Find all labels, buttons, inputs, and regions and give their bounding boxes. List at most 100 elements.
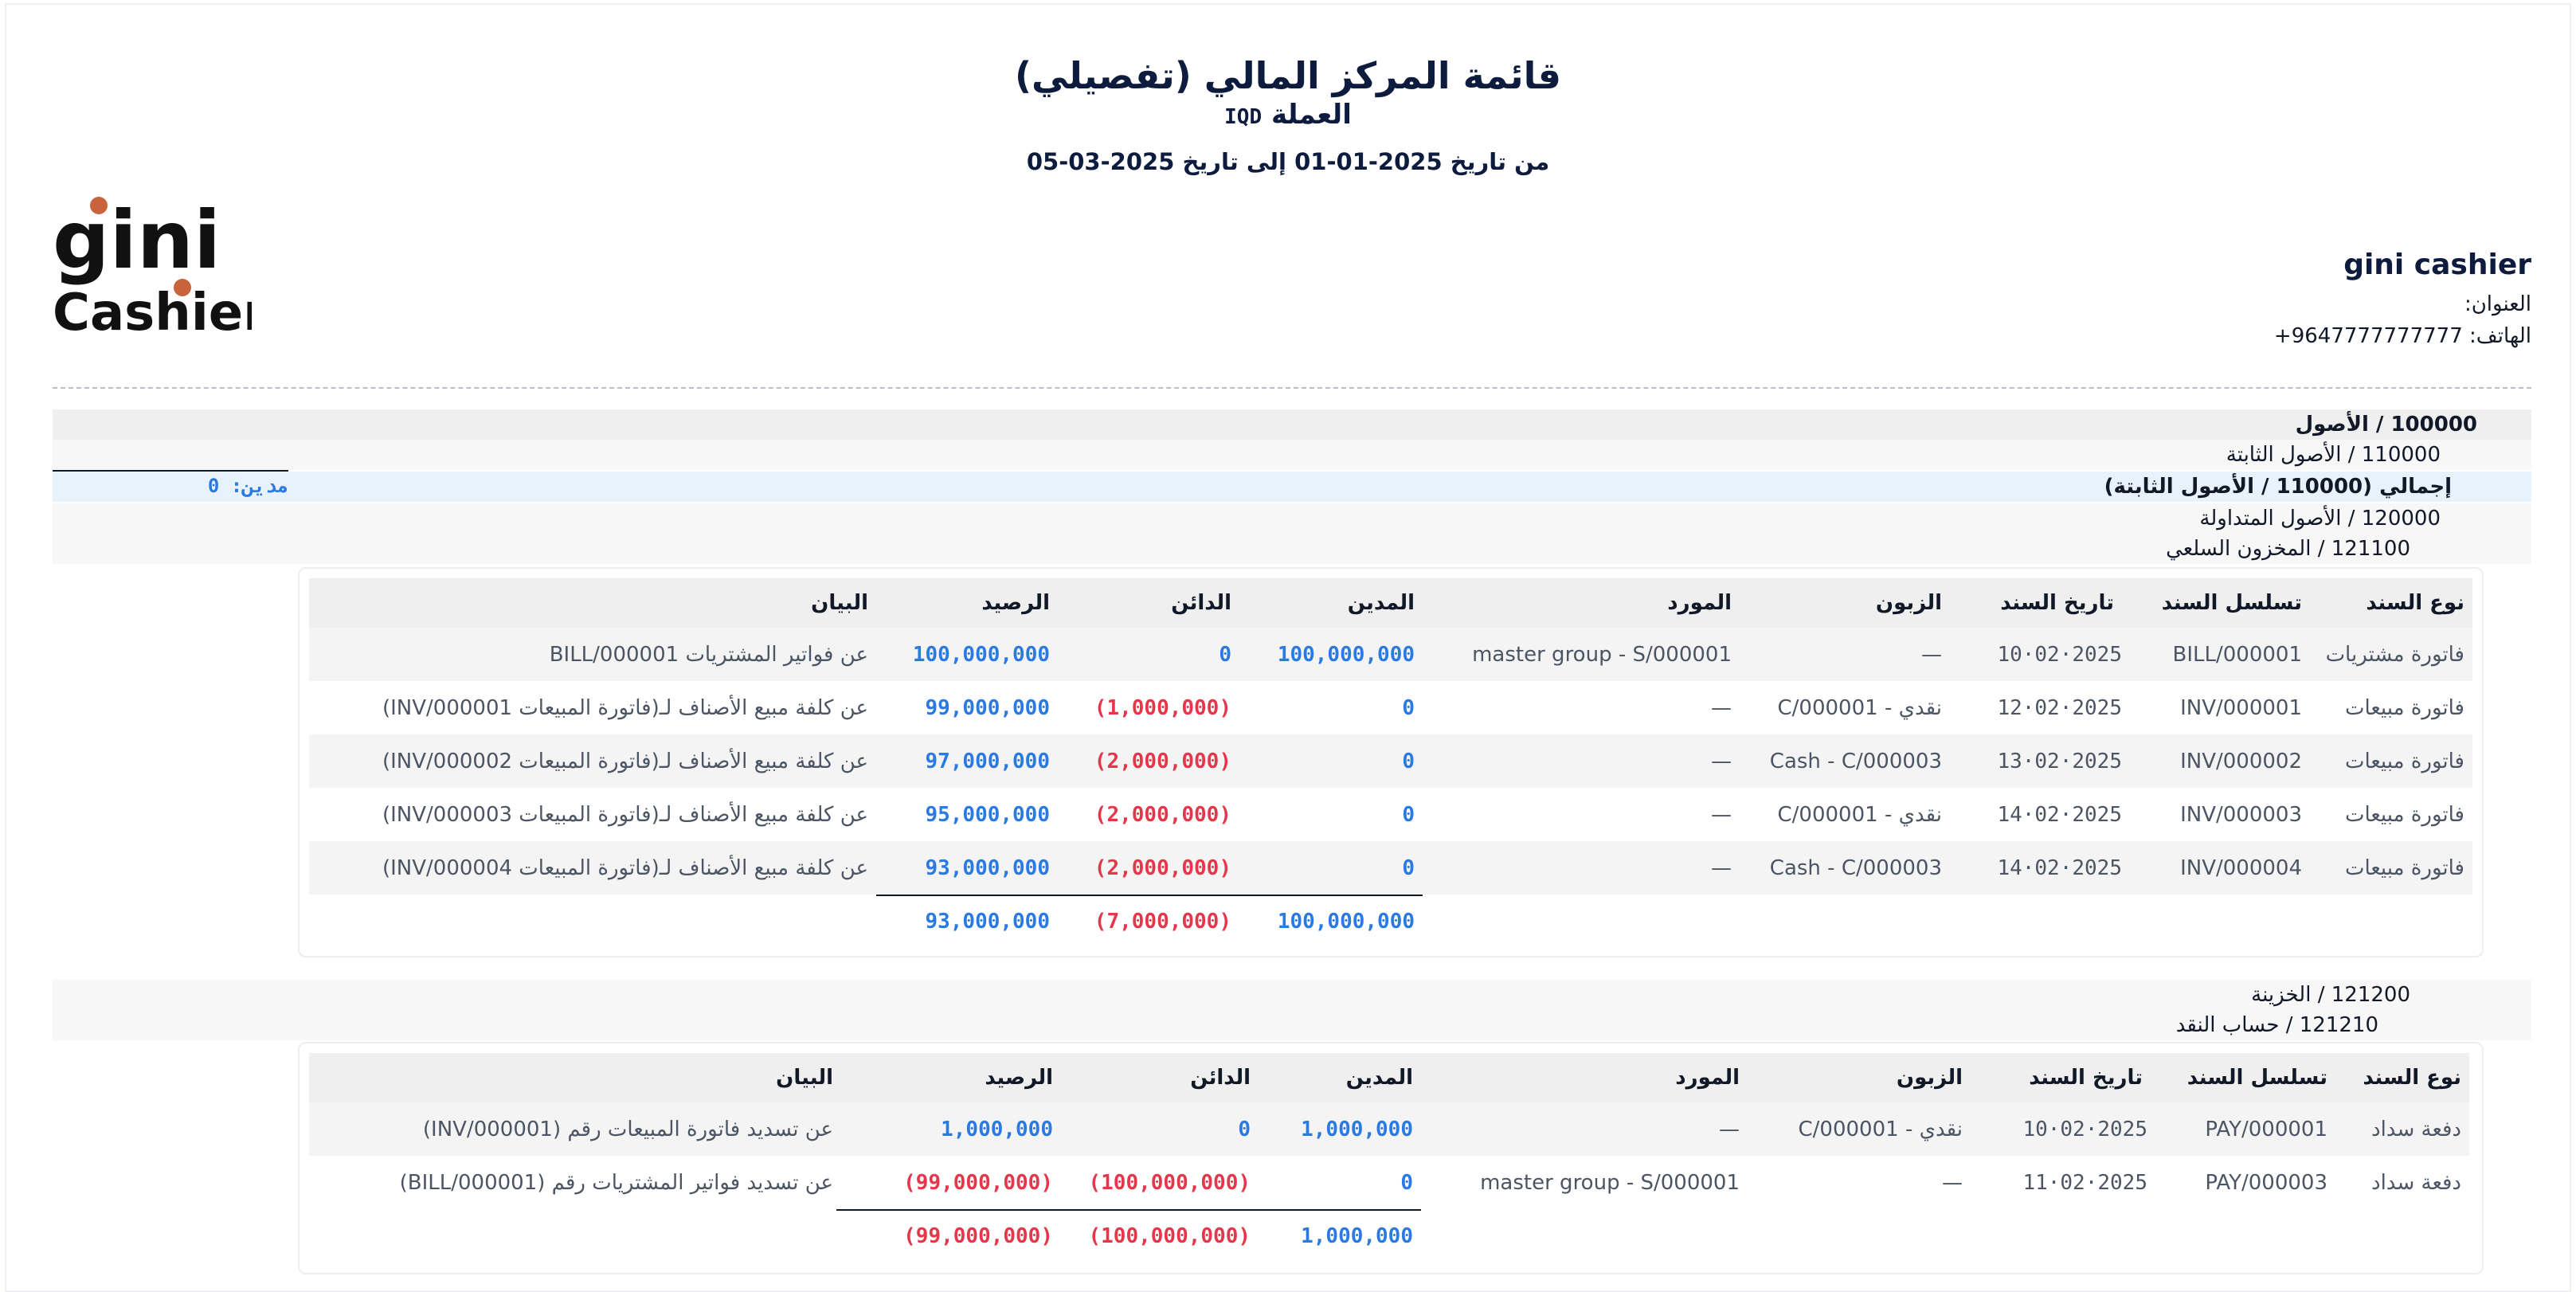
col-balance: الرصيد [985, 1066, 1053, 1090]
cell-balance: 93,000,000 [925, 855, 1050, 880]
cell-customer: Cash - C/000003 [1769, 855, 1942, 880]
cell-credit: (100,000,000) [1088, 1170, 1251, 1195]
table-row: فاتورة مشتريات BILL/000001 2025·02·10 — mast… [309, 628, 2472, 681]
col-serial: تسلسل السند [2186, 1066, 2327, 1090]
cell-type: فاتورة مبيعات [2344, 855, 2464, 880]
col-description: البيان [776, 1066, 833, 1090]
cell-serial: INV/000001 [2180, 695, 2302, 720]
cell-customer: — [1942, 1170, 1963, 1195]
cell-customer: نقدي - C/000001 [1777, 695, 1942, 720]
cell-debit: 0 [1402, 802, 1415, 827]
report-title: قائمة المركز المالي (تفصيلي) [1014, 54, 1562, 97]
cell-serial: INV/000003 [2180, 802, 2302, 827]
col-customer: الزبون [1896, 1066, 1963, 1090]
inventory-table: نوع السند تسلسل السند تاريخ السند الزبون… [309, 578, 2472, 953]
col-date: تاريخ السند [2000, 591, 2114, 615]
cell-date: 2025·02·11 [2022, 1170, 2147, 1195]
account-row-treasury: 121200 / الخزينة [53, 980, 2531, 1010]
totals-row: 1,000,000 (100,000,000) (99,000,000) [309, 1209, 2469, 1263]
account-fixed-total: إجمالي (110000 / الأصول الثابتة) [2104, 475, 2452, 499]
cell-date: 2025·02·10 [2022, 1117, 2147, 1141]
cell-debit: 0 [1402, 695, 1415, 720]
col-type: نوع السند [2363, 1066, 2461, 1090]
logo-text-bottom: Cashier [53, 284, 252, 339]
col-supplier: المورد [1667, 591, 1732, 615]
cell-supplier: — [1719, 1117, 1740, 1141]
cell-credit: (2,000,000) [1094, 749, 1231, 773]
logo-text-top: gini [53, 196, 221, 287]
cell-description: عن كلفة مبيع الأصناف لـ(فاتورة المبيعات … [382, 695, 868, 720]
table-header: نوع السند تسلسل السند تاريخ السند الزبون… [309, 1053, 2469, 1102]
company-logo: gini Cashier [53, 194, 268, 343]
cell-description: عن كلفة مبيع الأصناف لـ(فاتورة المبيعات … [382, 802, 868, 827]
cell-date: 2025·02·10 [1997, 642, 2122, 667]
phone-label: الهاتف: [2469, 324, 2531, 348]
cell-supplier: master group - S/000001 [1472, 642, 1732, 667]
total-debit: 100,000,000 [1277, 909, 1415, 934]
cell-supplier: — [1711, 695, 1732, 720]
cell-credit: 0 [1219, 642, 1231, 667]
cell-serial: PAY/000001 [2205, 1117, 2327, 1141]
col-type: نوع السند [2366, 591, 2464, 615]
company-info: gini cashier العنوان: الهاتف: +964777777… [2274, 249, 2531, 348]
currency-code: IQD [1224, 105, 1263, 129]
company-name: gini cashier [2343, 249, 2531, 281]
phone-number: +9647777777777 [2273, 324, 2463, 348]
total-credit: (7,000,000) [1094, 909, 1231, 934]
cell-serial: INV/000002 [2180, 749, 2302, 773]
cell-date: 2025·02·12 [1997, 695, 2122, 720]
address-label: العنوان: [2464, 292, 2531, 316]
cell-description: عن تسديد فاتورة المبيعات رقم (INV/000001… [422, 1117, 833, 1141]
table-row: فاتورة مبيعات INV/000004 2025·02·14 Cash - … [309, 841, 2472, 895]
cell-type: فاتورة مبيعات [2344, 749, 2464, 773]
cell-credit: (2,000,000) [1094, 855, 1231, 880]
cell-credit: (2,000,000) [1094, 802, 1231, 827]
cash-table: نوع السند تسلسل السند تاريخ السند الزبون… [309, 1053, 2469, 1270]
table-row: فاتورة مبيعات INV/000001 2025·02·12 نقدي - … [309, 681, 2472, 734]
cell-type: فاتورة مبيعات [2344, 695, 2464, 720]
account-fixed-assets: 110000 / الأصول الثابتة [2226, 443, 2441, 467]
cell-balance: (99,000,000) [903, 1170, 1053, 1195]
account-cash: 121210 / حساب النقد [2175, 1013, 2378, 1037]
total-balance: (99,000,000) [903, 1223, 1053, 1248]
totals-row: 100,000,000 (7,000,000) 93,000,000 [309, 895, 2472, 948]
cell-type: دفعة سداد [2371, 1117, 2461, 1141]
account-row-assets: 100000 / الأصول [53, 409, 2531, 440]
header-divider [53, 387, 2531, 389]
cell-date: 2025·02·14 [1997, 855, 2122, 880]
total-balance: 93,000,000 [925, 909, 1050, 934]
cell-customer: نقدي - C/000001 [1798, 1117, 1963, 1141]
col-serial: تسلسل السند [2161, 591, 2302, 615]
cell-date: 2025·02·14 [1997, 802, 2122, 827]
cell-customer: Cash - C/000003 [1769, 749, 1942, 773]
currency-line: العملة IQD [0, 99, 2576, 131]
cell-credit: 0 [1238, 1117, 1251, 1141]
cell-supplier: master group - S/000001 [1480, 1170, 1740, 1195]
cell-description: عن كلفة مبيع الأصناف لـ(فاتورة المبيعات … [382, 855, 868, 880]
table-row: دفعة سداد PAY/000003 2025·02·11 — master gro… [309, 1156, 2469, 1209]
cell-balance: 99,000,000 [925, 695, 1050, 720]
col-supplier: المورد [1675, 1066, 1740, 1090]
cell-credit: (1,000,000) [1094, 695, 1231, 720]
cell-debit: 1,000,000 [1301, 1117, 1413, 1141]
account-row-cash: 121210 / حساب النقد [53, 1010, 2531, 1040]
cell-serial: PAY/000003 [2205, 1170, 2327, 1195]
cell-supplier: — [1711, 802, 1732, 827]
table-row: فاتورة مبيعات INV/000003 2025·02·14 نقدي - … [309, 788, 2472, 841]
cell-debit: 0 [1402, 855, 1415, 880]
currency-label: العملة [1270, 99, 1352, 131]
table-row: فاتورة مبيعات INV/000002 2025·02·13 Cash - … [309, 734, 2472, 788]
account-current-assets: 120000 / الأصول المتداولة [2199, 507, 2441, 531]
account-inventory: 121100 / المخزون السلعي [2166, 537, 2410, 561]
account-row-current-assets: 120000 / الأصول المتداولة [53, 503, 2531, 534]
company-address: العنوان: [2274, 292, 2531, 316]
cell-debit: 100,000,000 [1277, 642, 1415, 667]
col-date: تاريخ السند [2029, 1066, 2143, 1090]
cell-date: 2025·02·13 [1997, 749, 2122, 773]
total-credit: (100,000,000) [1088, 1223, 1251, 1248]
col-credit: الدائن [1171, 591, 1231, 615]
cell-debit: 0 [1402, 749, 1415, 773]
cell-serial: BILL/000001 [2172, 642, 2303, 667]
cell-serial: INV/000004 [2180, 855, 2302, 880]
cell-customer: نقدي - C/000001 [1777, 802, 1942, 827]
